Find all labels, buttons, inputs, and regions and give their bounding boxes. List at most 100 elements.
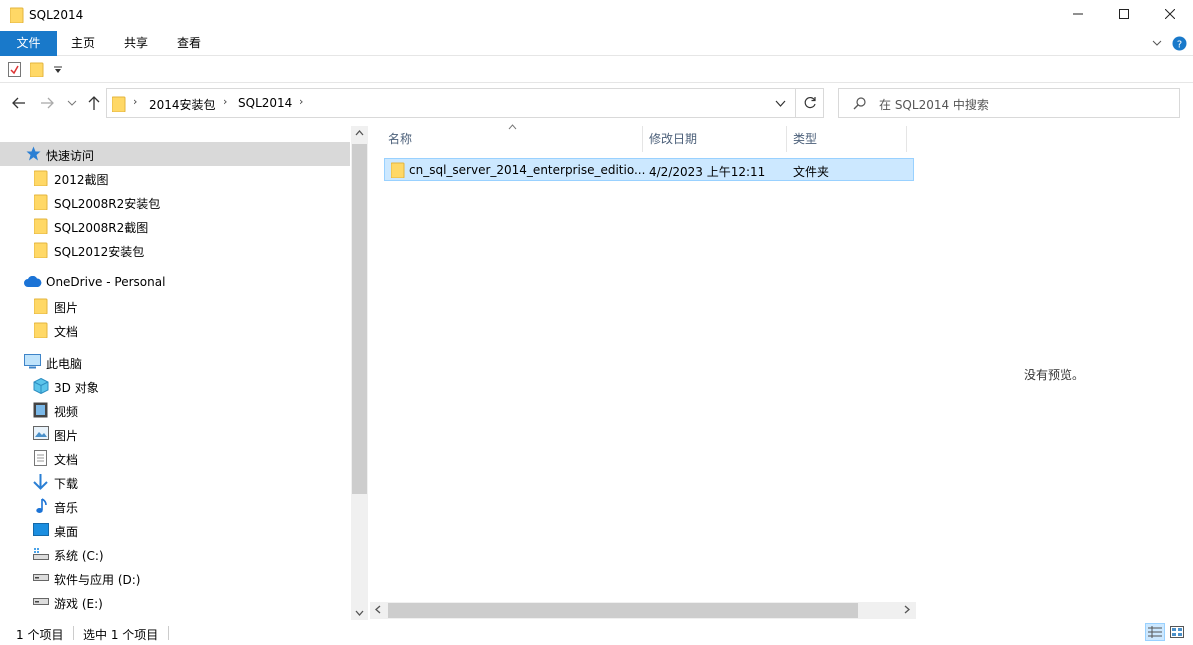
nav-item-3d-objects[interactable]: 3D 对象: [0, 374, 350, 398]
minimize-button[interactable]: [1055, 0, 1101, 31]
tab-home[interactable]: 主页: [57, 31, 109, 56]
quick-access-toolbar: [0, 57, 1193, 83]
expand-ribbon-icon[interactable]: [1151, 37, 1163, 49]
folder-icon: [391, 162, 405, 178]
nav-label: 图片: [54, 429, 79, 443]
pictures-icon: [33, 426, 49, 440]
nav-item-drive-c[interactable]: 系统 (C:): [0, 542, 350, 566]
star-icon: [26, 146, 41, 161]
address-bar[interactable]: › 2014安装包 › SQL2014 ›: [106, 88, 796, 118]
search-box[interactable]: 在 SQL2014 中搜索: [838, 88, 1180, 118]
computer-icon: [24, 354, 41, 369]
tab-share[interactable]: 共享: [109, 31, 163, 56]
nav-item-music[interactable]: 音乐: [0, 494, 350, 518]
nav-label: 2012截图: [54, 173, 109, 187]
nav-item-folder[interactable]: SQL2012安装包: [0, 238, 350, 262]
nav-onedrive[interactable]: OneDrive - Personal: [0, 270, 350, 294]
nav-item-drive-e[interactable]: 游戏 (E:): [0, 590, 350, 614]
nav-item-documents[interactable]: 文档: [0, 446, 350, 470]
preview-pane: 没有预览。: [916, 126, 1193, 620]
file-list-scrollbar-thumb[interactable]: [388, 603, 858, 618]
nav-item-folder[interactable]: 2012截图: [0, 166, 350, 190]
nav-label: 游戏 (E:): [54, 597, 103, 611]
nav-item-pictures[interactable]: 图片: [0, 422, 350, 446]
preview-message: 没有预览。: [1024, 368, 1085, 382]
nav-scrollbar-thumb[interactable]: [352, 144, 367, 494]
close-icon: [1164, 8, 1176, 20]
title-bar: SQL2014: [0, 0, 1193, 31]
chevron-right-icon[interactable]: ›: [299, 95, 303, 108]
folder-icon: [34, 242, 48, 258]
large-icons-view-button[interactable]: [1167, 623, 1187, 641]
recent-locations-icon[interactable]: [67, 100, 77, 108]
nav-item-drive-d[interactable]: 软件与应用 (D:): [0, 566, 350, 590]
up-icon[interactable]: [88, 96, 100, 110]
breadcrumb-2014-package[interactable]: 2014安装包: [149, 96, 216, 113]
refresh-icon: [804, 96, 816, 109]
help-icon[interactable]: ?: [1172, 36, 1187, 51]
chevron-right-icon[interactable]: ›: [133, 95, 137, 108]
status-divider: [73, 626, 74, 640]
customize-toolbar-icon[interactable]: [54, 66, 62, 74]
scroll-left-icon[interactable]: [375, 605, 381, 617]
nav-scrollbar[interactable]: [351, 126, 368, 620]
nav-label: 软件与应用 (D:): [54, 573, 141, 587]
details-view-button[interactable]: [1145, 623, 1165, 641]
nav-item-folder[interactable]: 图片: [0, 294, 350, 318]
nav-label: OneDrive - Personal: [46, 275, 166, 289]
chevron-down-icon[interactable]: [775, 100, 786, 108]
properties-icon[interactable]: [8, 62, 21, 77]
drive-icon: [33, 574, 49, 581]
nav-item-videos[interactable]: 视频: [0, 398, 350, 422]
window-title: SQL2014: [29, 8, 84, 22]
status-bar: 1 个项目 选中 1 个项目: [0, 620, 1193, 645]
nav-label: 快速访问: [46, 149, 95, 163]
system-drive-icon: [33, 548, 49, 560]
navigation-pane: 快速访问 2012截图 SQL2008R2安装包 SQL2008R2截图 SQL…: [0, 126, 368, 620]
table-row[interactable]: cn_sql_server_2014_enterprise_editio... …: [384, 158, 914, 181]
column-header-type[interactable]: 类型: [787, 126, 907, 152]
tab-file[interactable]: 文件: [0, 31, 57, 56]
scroll-right-icon[interactable]: [904, 605, 910, 617]
nav-item-desktop[interactable]: 桌面: [0, 518, 350, 542]
tab-view[interactable]: 查看: [163, 31, 215, 56]
nav-item-folder[interactable]: 文档: [0, 318, 350, 342]
refresh-button[interactable]: [796, 88, 824, 118]
selected-count: 选中 1 个项目: [83, 628, 159, 642]
nav-label: 此电脑: [46, 357, 83, 371]
close-button[interactable]: [1147, 0, 1193, 31]
nav-item-folder[interactable]: SQL2008R2截图: [0, 214, 350, 238]
maximize-button[interactable]: [1101, 0, 1147, 31]
nav-label: 文档: [54, 325, 79, 339]
search-input[interactable]: 在 SQL2014 中搜索: [879, 96, 989, 113]
3d-objects-icon: [33, 378, 49, 394]
file-list-scrollbar[interactable]: [370, 602, 916, 619]
scroll-down-icon[interactable]: [355, 608, 364, 619]
column-header-date[interactable]: 修改日期: [643, 126, 787, 152]
nav-label: SQL2008R2安装包: [54, 197, 161, 211]
folder-icon: [34, 170, 48, 186]
nav-label: 文档: [54, 453, 79, 467]
video-icon: [33, 402, 48, 418]
status-divider: [168, 626, 169, 640]
back-icon[interactable]: [12, 96, 26, 110]
nav-quick-access[interactable]: 快速访问: [0, 142, 350, 166]
new-folder-icon[interactable]: [30, 62, 44, 77]
folder-icon: [112, 96, 126, 112]
desktop-icon: [33, 523, 49, 536]
breadcrumb-sql2014[interactable]: SQL2014: [238, 96, 292, 110]
column-header-name[interactable]: 名称: [382, 126, 643, 152]
download-icon: [33, 474, 48, 490]
ribbon-tabs: 文件 主页 共享 查看 ?: [0, 31, 1193, 56]
forward-icon[interactable]: [40, 96, 54, 110]
chevron-right-icon[interactable]: ›: [223, 95, 227, 108]
nav-item-folder[interactable]: SQL2008R2安装包: [0, 190, 350, 214]
nav-label: 音乐: [54, 501, 79, 515]
file-type: 文件夹: [793, 165, 830, 179]
nav-label: 系统 (C:): [54, 549, 104, 563]
scroll-up-icon[interactable]: [355, 128, 364, 139]
nav-item-downloads[interactable]: 下载: [0, 470, 350, 494]
nav-this-pc[interactable]: 此电脑: [0, 350, 350, 374]
folder-icon: [34, 194, 48, 210]
svg-text:?: ?: [1177, 40, 1182, 51]
